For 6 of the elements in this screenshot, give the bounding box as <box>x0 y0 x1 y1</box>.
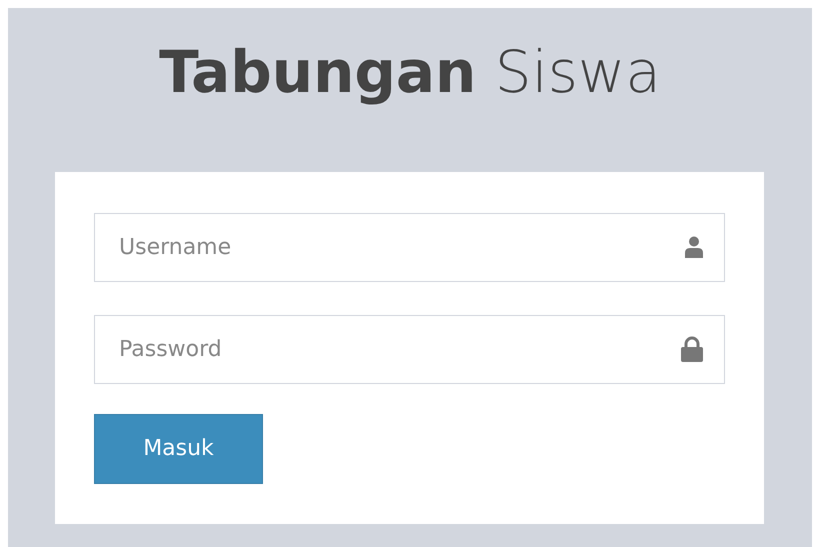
user-icon <box>685 236 703 258</box>
password-field[interactable]: Password <box>94 314 725 384</box>
username-field[interactable]: Username <box>94 212 725 282</box>
app-title: Tabungan Siswa <box>158 38 662 108</box>
login-button[interactable]: Masuk <box>94 414 263 484</box>
lock-icon <box>681 336 703 362</box>
